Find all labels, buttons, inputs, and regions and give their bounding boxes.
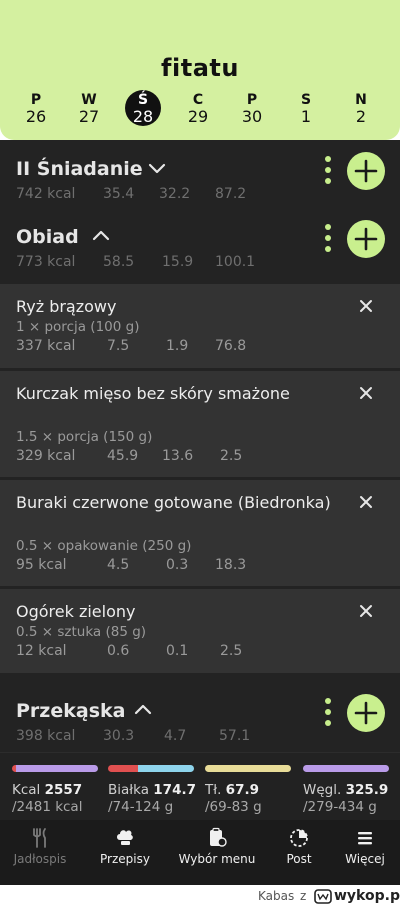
meal-macros: 742 kcal 35.4 32.2 87.2 — [16, 186, 247, 202]
food-item[interactable]: Buraki czerwone gotowane (Biedronka) 0.5… — [0, 480, 400, 586]
cutlery-icon — [33, 828, 46, 848]
meal-macros: 773 kcal 58.5 15.9 100.1 — [16, 254, 256, 270]
site-name: wykop.pl — [334, 888, 400, 904]
nav-wiecej[interactable]: Więcej — [325, 826, 400, 866]
plus-icon — [354, 701, 378, 725]
food-name: Ryż brązowy — [16, 297, 117, 316]
chef-hat-icon — [117, 830, 133, 845]
protein-progress-bar — [108, 765, 194, 772]
chevron-down-icon[interactable] — [148, 162, 166, 174]
kcal-target: /2481 kcal — [12, 799, 83, 815]
nav-przepisy[interactable]: Przepisy — [85, 826, 165, 866]
day-sat[interactable]: S 1 — [286, 92, 326, 126]
meal-lunch: Obiad 773 kcal 58.5 15.9 100.1 — [0, 220, 400, 290]
protein-bar-fill — [138, 765, 194, 772]
food-quantity: 0.5 × opakowanie (250 g) — [16, 538, 192, 554]
more-options-icon[interactable] — [324, 224, 332, 260]
close-icon[interactable] — [358, 603, 374, 619]
summary-kcal: Kcal 2557 /2481 kcal — [12, 765, 104, 815]
food-macros: 337 kcal 7.5 1.9 76.8 — [16, 338, 247, 354]
author-name: Kabas — [258, 889, 295, 903]
day-sun[interactable]: N 2 — [341, 92, 381, 126]
meal-macros: 398 kcal 30.3 4.7 57.1 — [16, 728, 251, 744]
plus-icon — [354, 159, 378, 183]
more-options-icon[interactable] — [324, 156, 332, 192]
kcal-value: 2557 — [44, 782, 83, 798]
fat-bar-fill — [205, 765, 291, 772]
add-food-button[interactable] — [347, 694, 385, 732]
close-icon[interactable] — [358, 385, 374, 401]
app-title: fitatu — [161, 54, 239, 82]
protein-value: 174.7 — [153, 782, 196, 798]
daily-summary[interactable]: Kcal 2557 /2481 kcal Białka 174.7 /74-12… — [0, 752, 400, 820]
food-quantity: 1 × porcja (100 g) — [16, 319, 140, 335]
week-strip: P 26 W 27 Ś 28 C 29 P 30 S 1 N 2 — [0, 90, 400, 132]
plus-icon — [354, 227, 378, 251]
carbs-progress-bar — [303, 765, 389, 772]
food-name: Kurczak mięso bez skóry smażone — [16, 384, 290, 403]
summary-fat: Tł. 67.9 /69-83 g — [205, 765, 297, 815]
food-item[interactable]: Ryż brązowy 1 × porcja (100 g) 337 kcal … — [0, 284, 400, 368]
fasting-clock-icon — [290, 829, 308, 847]
food-quantity: 1.5 × porcja (150 g) — [16, 429, 153, 445]
food-name: Buraki czerwone gotowane (Biedronka) — [16, 493, 331, 512]
day-tue[interactable]: W 27 — [69, 92, 109, 126]
add-food-button[interactable] — [347, 220, 385, 258]
header: fitatu P 26 W 27 Ś 28 C 29 P 30 S 1 N 2 — [0, 0, 400, 140]
meal-title[interactable]: Przekąska — [16, 700, 125, 722]
summary-protein: Białka 174.7 /74-124 g — [108, 765, 200, 815]
summary-carbs: Węgl. 325.9 /279-434 g — [303, 765, 395, 815]
image-footer: Kabas z wykop.pl — [0, 885, 400, 908]
day-mon[interactable]: P 26 — [16, 92, 56, 126]
food-name: Ogórek zielony — [16, 602, 136, 621]
bottom-navigation: Jadłospis Przepisy Wybór menu Post Więce… — [0, 820, 400, 885]
kcal-bar-over — [12, 765, 16, 772]
fat-progress-bar — [205, 765, 291, 772]
protein-target: /74-124 g — [108, 799, 174, 815]
nav-jadlospis[interactable]: Jadłospis — [0, 826, 80, 866]
add-food-button[interactable] — [347, 152, 385, 190]
nav-wybor-menu[interactable]: Wybór menu — [177, 826, 257, 866]
carbs-value: 325.9 — [345, 782, 389, 798]
author-z: z — [300, 889, 307, 903]
close-icon[interactable] — [358, 298, 374, 314]
food-item[interactable]: Kurczak mięso bez skóry smażone 1.5 × po… — [0, 371, 400, 477]
more-options-icon[interactable] — [324, 698, 332, 734]
kcal-bar-fill — [16, 765, 98, 772]
fat-target: /69-83 g — [205, 799, 262, 815]
kcal-progress-bar — [12, 765, 98, 772]
food-macros: 329 kcal 45.9 13.6 2.5 — [16, 448, 243, 464]
food-quantity: 0.5 × sztuka (85 g) — [16, 624, 147, 640]
protein-bar-over — [108, 765, 138, 772]
chevron-up-icon[interactable] — [92, 230, 110, 242]
meal-title[interactable]: II Śniadanie — [16, 158, 143, 180]
day-wed-selected[interactable]: Ś 28 — [123, 90, 163, 126]
carbs-target: /279-434 g — [303, 799, 377, 815]
day-thu[interactable]: C 29 — [178, 92, 218, 126]
day-fri[interactable]: P 30 — [232, 92, 272, 126]
food-macros: 95 kcal 4.5 0.3 18.3 — [16, 557, 247, 573]
fat-value: 67.9 — [225, 782, 259, 798]
food-item[interactable]: Ogórek zielony 0.5 × sztuka (85 g) 12 kc… — [0, 589, 400, 673]
chevron-up-icon[interactable] — [134, 704, 152, 716]
food-macros: 12 kcal 0.6 0.1 2.5 — [16, 643, 243, 659]
carbs-bar-fill — [303, 765, 389, 772]
menu-selection-icon — [210, 827, 227, 847]
wykop-logo-icon — [314, 889, 332, 904]
meal-title[interactable]: Obiad — [16, 226, 79, 248]
close-icon[interactable] — [358, 494, 374, 510]
hamburger-icon — [358, 832, 372, 845]
meal-breakfast2: II Śniadanie 742 kcal 35.4 32.2 87.2 — [0, 152, 400, 222]
